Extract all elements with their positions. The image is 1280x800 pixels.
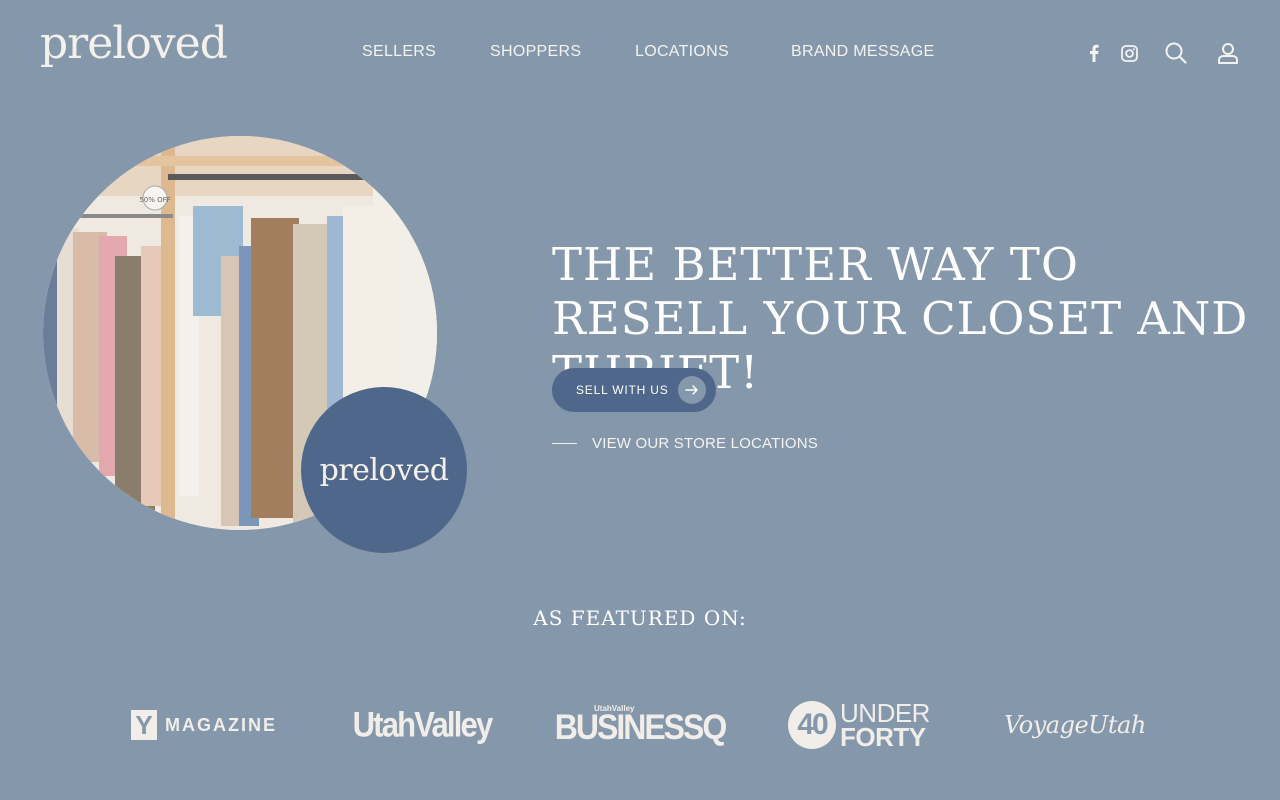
- featured-title: AS FEATURED ON:: [533, 606, 747, 630]
- press-logo-40-under-forty: 40 UNDER FORTY: [786, 690, 932, 760]
- badge-logo-text: preloved: [319, 452, 449, 488]
- search-icon[interactable]: [1164, 40, 1188, 66]
- store-locations-link[interactable]: VIEW OUR STORE LOCATIONS: [552, 433, 818, 453]
- press-logo-voyage-utah: VoyageUtah: [996, 690, 1154, 760]
- store-locations-label: VIEW OUR STORE LOCATIONS: [592, 434, 818, 452]
- y-magazine-letter: Y: [131, 710, 157, 740]
- nav-sellers[interactable]: SELLERS: [362, 42, 436, 62]
- y-magazine-word: MAGAZINE: [165, 714, 277, 735]
- press-logo-business-q: UtahValley BUSINESSQ: [555, 690, 727, 760]
- forty-forty-word: FORTY: [840, 722, 926, 752]
- sale-sign-text: 50% OFF: [139, 196, 170, 204]
- brand-badge: preloved: [301, 387, 467, 553]
- press-logo-utah-valley: UtahValley: [346, 690, 498, 760]
- arrow-right-icon: [678, 376, 706, 404]
- instagram-icon[interactable]: [1119, 40, 1139, 66]
- utah-valley-word: UtahValley: [352, 704, 494, 745]
- business-q-word: BUSINESSQ: [554, 707, 727, 747]
- press-logo-y-magazine: Y MAGAZINE: [128, 690, 280, 760]
- nav-brand-message[interactable]: BRAND MESSAGE: [791, 42, 935, 62]
- forty-number: 40: [788, 701, 837, 749]
- voyage-utah-word: VoyageUtah: [1004, 711, 1146, 739]
- sell-with-us-label: SELL WITH US: [576, 383, 669, 397]
- sell-with-us-button[interactable]: SELL WITH US: [552, 368, 716, 412]
- account-icon[interactable]: [1216, 40, 1240, 66]
- nav-locations[interactable]: LOCATIONS: [635, 42, 729, 62]
- facebook-icon[interactable]: [1086, 40, 1102, 66]
- nav-shoppers[interactable]: SHOPPERS: [490, 42, 581, 62]
- site-logo[interactable]: preloved: [40, 22, 228, 66]
- link-dash: [552, 442, 577, 444]
